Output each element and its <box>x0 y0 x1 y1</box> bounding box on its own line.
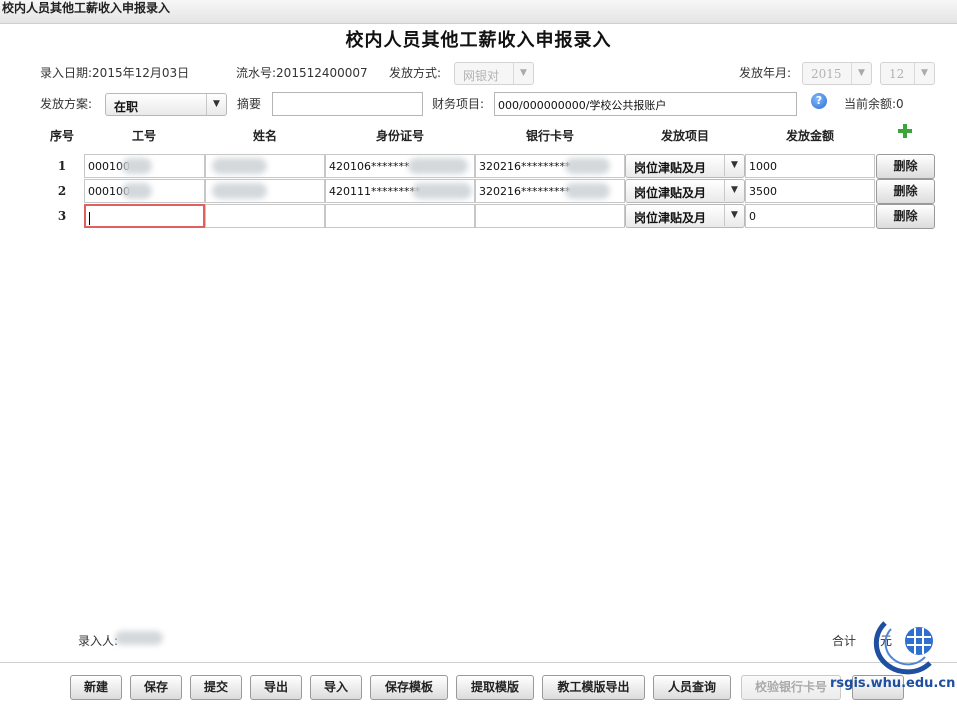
help-icon[interactable]: ? <box>811 93 827 109</box>
item-select[interactable]: 岗位津贴及月 ▼ <box>625 204 745 228</box>
summary-label: 摘要 <box>237 97 262 111</box>
submit-button[interactable]: 提交 <box>190 675 242 700</box>
current-balance: 当前余额:0 <box>844 97 904 111</box>
year-select[interactable]: 2015 ▼ <box>802 62 872 85</box>
privacy-blur <box>115 631 163 645</box>
id-card-input[interactable] <box>325 204 475 228</box>
chevron-down-icon: ▼ <box>724 205 744 226</box>
payment-method-value: 网银对 <box>463 69 500 83</box>
col-header-no: 序号 <box>49 129 74 143</box>
name-input[interactable] <box>205 204 325 228</box>
privacy-blur <box>565 183 610 199</box>
privacy-blur <box>122 183 152 199</box>
privacy-blur <box>412 183 472 199</box>
serial-number-value: 201512400007 <box>276 66 368 80</box>
entrant-label: 录入人: <box>78 634 119 648</box>
current-balance-value: 0 <box>896 97 904 111</box>
item-value: 岗位津贴及月 <box>634 161 707 175</box>
delete-row-button[interactable]: 删除 <box>876 154 935 179</box>
chevron-down-icon: ▼ <box>724 155 744 176</box>
item-value: 岗位津贴及月 <box>634 211 707 225</box>
payment-method-select[interactable]: 网银对 ▼ <box>454 62 534 85</box>
item-value: 岗位津贴及月 <box>634 186 707 200</box>
save-button[interactable]: 保存 <box>130 675 182 700</box>
chevron-down-icon: ▼ <box>851 63 871 84</box>
privacy-blur <box>212 183 267 199</box>
row-number: 3 <box>57 209 67 223</box>
finance-label: 财务项目: <box>432 97 485 111</box>
job-id-input-active[interactable] <box>84 204 205 228</box>
add-row-icon[interactable] <box>898 124 912 138</box>
fetch-template-button[interactable]: 提取模版 <box>456 675 534 700</box>
privacy-blur <box>212 158 267 174</box>
chevron-down-icon: ▼ <box>724 180 744 201</box>
col-header-id-card: 身份证号 <box>375 129 424 143</box>
chevron-down-icon: ▼ <box>206 94 226 115</box>
col-header-job-id: 工号 <box>131 129 156 143</box>
window-titlebar: 校内人员其他工薪收入申报录入 <box>0 0 957 24</box>
page-title: 校内人员其他工薪收入申报录入 <box>345 30 612 51</box>
entry-date-label: 录入日期:2015年12月03日 <box>40 66 190 80</box>
col-header-item: 发放项目 <box>660 129 709 143</box>
person-query-button[interactable]: 人员查询 <box>653 675 731 700</box>
item-select[interactable]: 岗位津贴及月 ▼ <box>625 154 745 178</box>
import-button[interactable]: 导入 <box>310 675 362 700</box>
amount-input[interactable]: 1000 <box>745 154 875 178</box>
export-button[interactable]: 导出 <box>250 675 302 700</box>
payment-method-label: 发放方式: <box>389 66 442 80</box>
entry-date-value: 2015年12月03日 <box>92 66 190 80</box>
month-select[interactable]: 12 ▼ <box>880 62 935 85</box>
divider <box>0 662 957 663</box>
watermark-logo-icon <box>873 621 933 675</box>
col-header-name: 姓名 <box>252 129 277 143</box>
year-value: 2015 <box>811 67 842 81</box>
scheme-select[interactable]: 在职 ▼ <box>105 93 227 116</box>
privacy-blur <box>408 158 468 174</box>
watermark-text: rsgis.whu.edu.cn <box>830 676 956 691</box>
col-header-amount: 发放金额 <box>785 129 834 143</box>
save-template-button[interactable]: 保存模板 <box>370 675 448 700</box>
bank-card-input[interactable] <box>475 204 625 228</box>
col-header-bank-card: 银行卡号 <box>525 129 574 143</box>
window-title: 校内人员其他工薪收入申报录入 <box>2 1 171 15</box>
scheme-label: 发放方案: <box>40 97 93 111</box>
amount-input[interactable]: 3500 <box>745 179 875 203</box>
delete-row-button[interactable]: 删除 <box>876 204 935 229</box>
privacy-blur <box>565 158 610 174</box>
new-button[interactable]: 新建 <box>70 675 122 700</box>
summary-input[interactable] <box>272 92 423 116</box>
pay-period-label: 发放年月: <box>739 66 792 80</box>
chevron-down-icon: ▼ <box>513 63 533 84</box>
month-value: 12 <box>889 67 905 81</box>
item-select[interactable]: 岗位津贴及月 ▼ <box>625 179 745 203</box>
text-caret <box>89 211 90 225</box>
verify-bank-card-button[interactable]: 校验银行卡号 <box>741 675 841 700</box>
serial-number: 流水号:201512400007 <box>236 66 368 80</box>
privacy-blur <box>122 158 152 174</box>
row-number: 2 <box>57 184 67 198</box>
amount-input[interactable]: 0 <box>745 204 875 228</box>
staff-template-export-button[interactable]: 教工模版导出 <box>542 675 645 700</box>
row-number: 1 <box>57 159 67 173</box>
chevron-down-icon: ▼ <box>914 63 934 84</box>
scheme-value: 在职 <box>114 100 139 114</box>
finance-item-input[interactable]: 000/000000000/学校公共报账户 <box>494 92 797 116</box>
delete-row-button[interactable]: 删除 <box>876 179 935 204</box>
